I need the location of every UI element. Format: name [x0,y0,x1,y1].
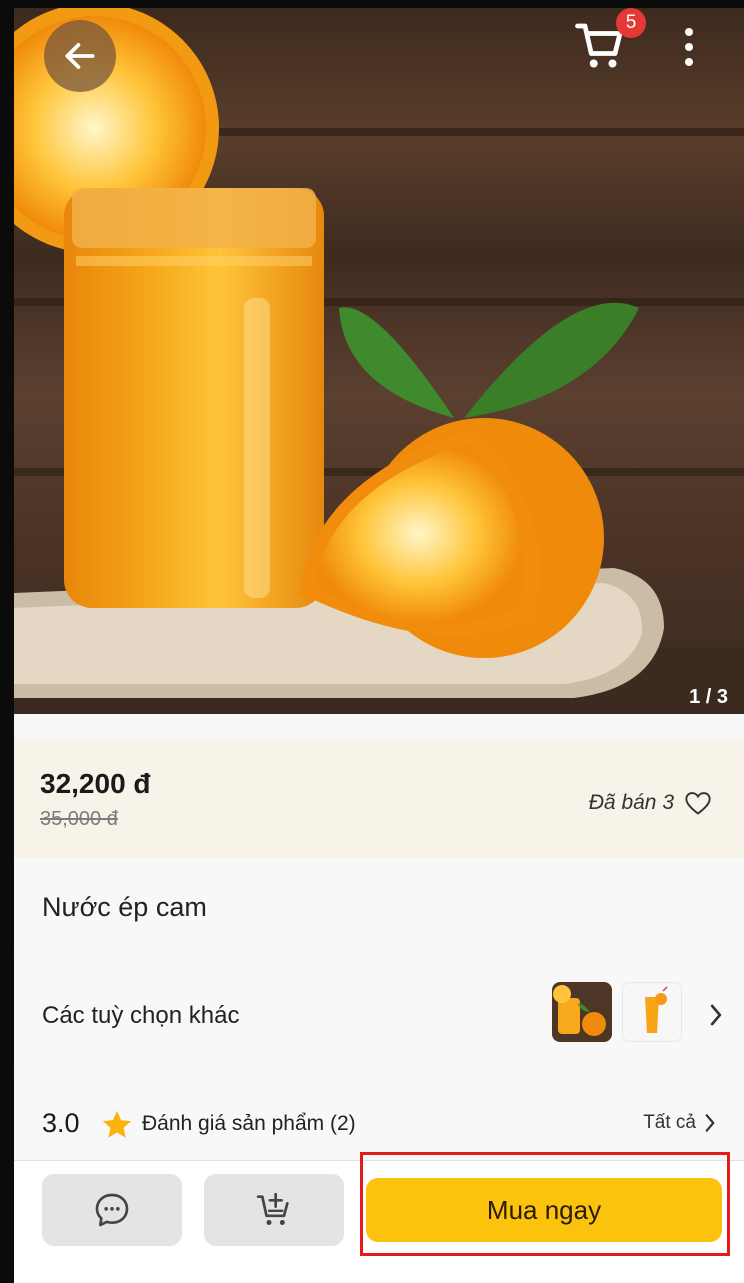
option-thumbnail-1[interactable] [552,982,612,1042]
orange-juice-glass-thumbnail [623,983,681,1041]
view-all-reviews-link[interactable]: Tất cả [643,1112,718,1134]
original-price: 35,000 đ [40,808,118,830]
view-all-label: Tất cả [643,1112,696,1133]
chat-bubble-icon [95,1193,129,1227]
orange-juice-thumbnail [552,982,612,1042]
screen-frame-top [0,0,744,8]
screen-frame-left [0,0,14,1283]
orange-juice-photo [14,8,744,714]
more-options-button[interactable] [674,22,704,72]
option-thumbnail-2[interactable] [622,982,682,1042]
heart-outline-icon[interactable] [684,790,712,816]
sold-count: Đã bán 3 [589,790,712,816]
chevron-right-icon[interactable] [706,1002,726,1028]
chat-button[interactable] [42,1174,182,1246]
product-image-gallery[interactable]: 5 1 / 3 [14,8,744,714]
more-vertical-icon-dot [685,58,693,66]
back-button[interactable] [44,20,116,92]
image-counter: 1 / 3 [689,686,728,708]
buy-now-button[interactable]: Mua ngay [366,1178,722,1242]
more-vertical-icon-dot [685,43,693,51]
more-vertical-icon [685,28,693,36]
product-screen: 5 1 / 3 32,200 đ 35,000 đ Đã bán 3 Nước … [14,8,744,1283]
sold-label: Đã bán 3 [588,791,674,814]
chevron-right-icon [705,1114,715,1132]
product-title: Nước ép cam [42,892,207,922]
cart-plus-icon [256,1192,289,1225]
other-options-label: Các tuỳ chọn khác [42,1002,240,1029]
cart-count-badge: 5 [616,8,646,38]
current-price: 32,200 đ [40,768,151,799]
add-to-cart-button[interactable] [204,1174,344,1246]
product-reviews-label: Đánh giá sản phẩm (2) [142,1112,356,1135]
rating-score: 3.0 [42,1108,80,1138]
arrow-left-icon [65,43,95,69]
star-icon [102,1110,132,1138]
